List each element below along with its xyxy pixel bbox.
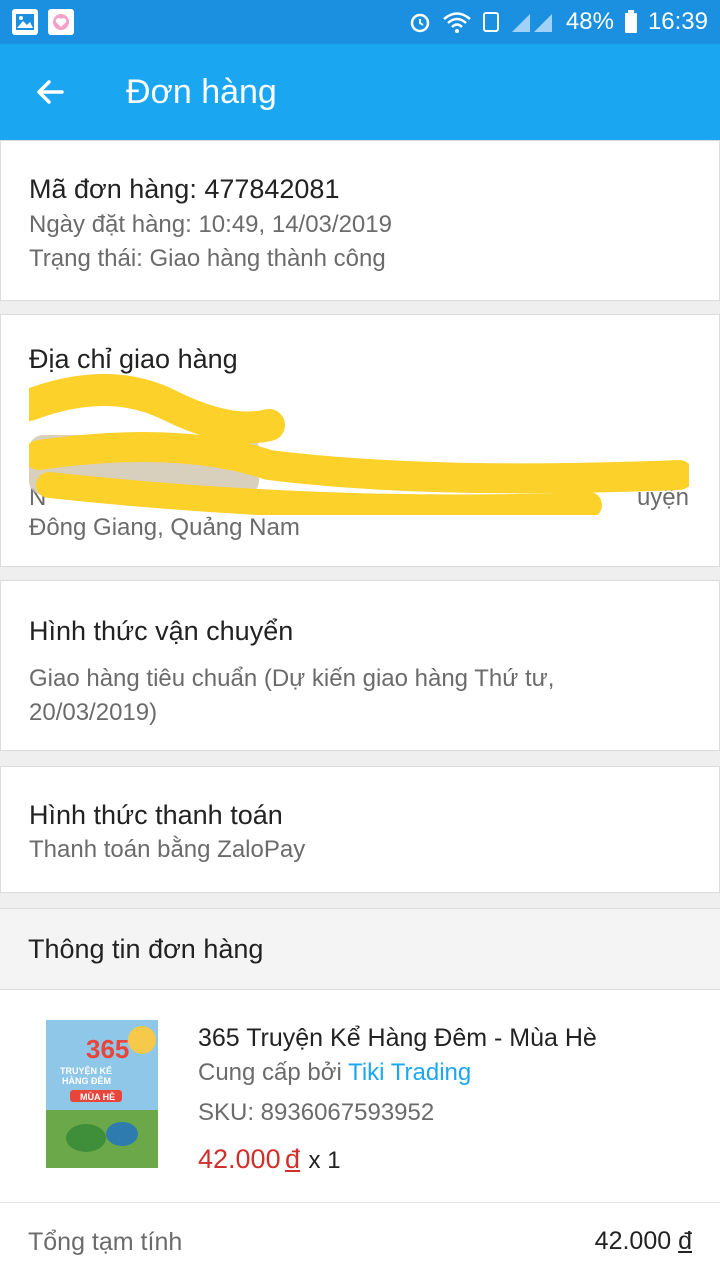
battery-percent: 48% <box>565 8 614 35</box>
book-cover-title: 365 <box>86 1034 129 1064</box>
item-price: 42.000 <box>198 1144 281 1174</box>
payment-method-card: Hình thức thanh toán Thanh toán bằng Zal… <box>0 766 720 893</box>
app-bar: Đơn hàng <box>0 44 720 140</box>
battery-icon <box>624 10 637 33</box>
order-item[interactable]: 365 TRUYỆN KỂ HÀNG ĐÊM MÙA HÈ 365 Truyện… <box>0 990 720 1202</box>
shipping-detail: Giao hàng tiêu chuẩn (Dự kiến giao hàng … <box>29 665 555 726</box>
order-date: Ngày đặt hàng: 10:49, 14/03/2019 <box>29 211 392 238</box>
subtotal-value: 42.000 <box>594 1227 672 1255</box>
order-info-header: Thông tin đơn hàng <box>0 908 720 990</box>
alarm-icon <box>410 13 430 33</box>
address-heading: Địa chỉ giao hàng <box>29 344 238 374</box>
supplier-link[interactable]: Tiki Trading <box>348 1059 471 1086</box>
shipping-heading: Hình thức vận chuyển <box>29 616 294 646</box>
signal-icon <box>511 14 552 32</box>
shipping-address-card: Địa chỉ giao hàng N uyện Đông Giang, Quả… <box>0 314 720 567</box>
book-cover-season: MÙA HÈ <box>80 1091 115 1102</box>
item-sku: SKU: 8936067593952 <box>198 1099 435 1126</box>
address-fragment: N <box>29 484 47 511</box>
payment-detail: Thanh toán bằng ZaloPay <box>29 836 306 863</box>
item-name[interactable]: 365 Truyện Kể Hàng Đêm - Mùa Hè <box>198 1022 597 1054</box>
supplier-prefix: Cung cấp bởi <box>198 1059 349 1086</box>
clock: 16:39 <box>647 8 708 35</box>
sim-icon <box>482 12 499 32</box>
order-status: Trạng thái: Giao hàng thành công <box>29 245 386 272</box>
item-quantity: x 1 <box>308 1147 341 1174</box>
order-info-heading: Thông tin đơn hàng <box>28 933 264 964</box>
book-cover-image: 365 TRUYỆN KỂ HÀNG ĐÊM MÙA HÈ <box>46 1020 158 1168</box>
back-arrow-icon <box>37 80 64 104</box>
subtotal-currency: đ <box>678 1227 692 1255</box>
back-button[interactable] <box>0 44 100 140</box>
item-supplier-row: Cung cấp bởi Tiki Trading <box>198 1056 597 1090</box>
shipping-method-card: Hình thức vận chuyển Giao hàng tiêu chuẩ… <box>0 580 720 751</box>
page-title: Đơn hàng <box>126 72 277 111</box>
order-summary-card: Mã đơn hàng: 477842081 Ngày đặt hàng: 10… <box>0 140 720 301</box>
wifi-icon <box>443 12 471 33</box>
gallery-notification-icon <box>12 9 38 35</box>
address-fragment: uyện <box>636 484 689 511</box>
status-bar: 48% 16:39 <box>0 0 720 44</box>
book-cover-subtitle: HÀNG ĐÊM <box>62 1075 111 1086</box>
subtotal-label: Tổng tạm tính <box>28 1227 183 1256</box>
address-region: Đông Giang, Quảng Nam <box>29 514 300 541</box>
subtotal-amount: 42.000 đ <box>595 1227 692 1256</box>
payment-heading: Hình thức thanh toán <box>29 800 283 830</box>
item-price-row: 42.000 đ x 1 <box>198 1144 597 1175</box>
order-id: Mã đơn hàng: 477842081 <box>29 174 340 204</box>
item-price-currency: đ <box>285 1144 301 1174</box>
book-cover-subtitle: TRUYỆN KỂ <box>60 1065 112 1076</box>
subtotal-row: Tổng tạm tính 42.000 đ <box>0 1202 720 1280</box>
app-notification-icon <box>48 9 74 35</box>
